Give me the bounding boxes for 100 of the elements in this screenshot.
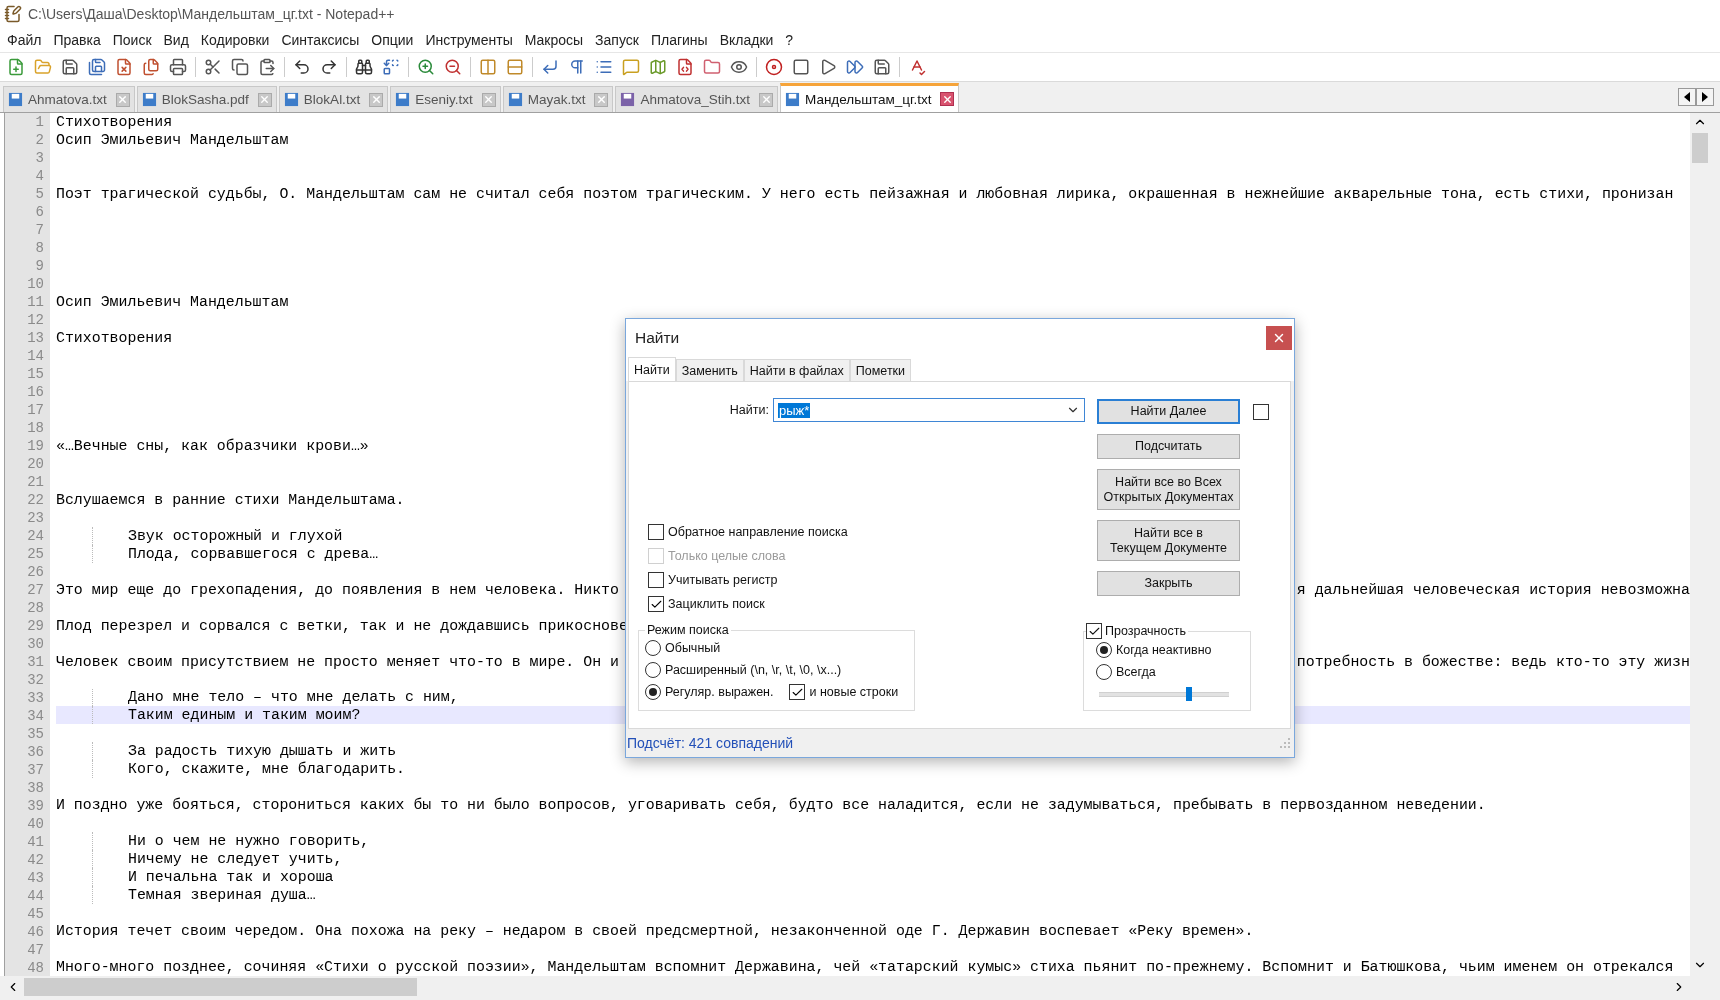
dialog-tab[interactable]: Найти в файлах [743,359,850,381]
save-all-icon[interactable] [87,57,107,77]
copy-icon[interactable] [230,57,250,77]
menu-item[interactable]: Поиск [106,32,158,48]
menu-item[interactable]: Плагины [644,32,714,48]
checkbox-label: и новые строки [809,685,899,699]
line-number: 15 [26,365,45,383]
zoom-in-icon[interactable] [416,57,436,77]
slider-thumb[interactable] [1185,687,1192,701]
document-tab[interactable]: Eseniy.txt [390,86,501,112]
dialog-button[interactable]: Найти все во Всех Открытых Документах [1097,469,1240,510]
document-tab[interactable]: Мандельштам_цг.txt [780,83,960,112]
close-button[interactable] [1266,326,1292,350]
rows-icon[interactable] [505,57,525,77]
new-file-icon[interactable] [6,57,26,77]
line-number: 35 [26,725,45,743]
code-line: Звук осторожный и глухой [128,527,343,544]
save-macro-icon[interactable] [872,57,892,77]
menu-item[interactable]: Вкладки [713,32,780,48]
code-line: Много-много позднее, сочиняя «Стихи о русской поэзии», Мандельштам вспомнит Державина, чей «татарский кумыс» стиха пьянит по-прежнему. Вспомнит и Батюшкова, чьим именем он отрекался [56,959,1674,976]
menu-item[interactable]: Правка [47,32,107,48]
dialog-tab[interactable]: Пометки [849,359,912,381]
document-tab[interactable]: BlokSasha.pdf [136,86,277,112]
checkbox[interactable] [648,596,664,612]
radio-button[interactable] [645,662,661,678]
menu-item[interactable]: Запуск [589,32,645,48]
radio-label: Когда неактивно [1116,643,1212,657]
menu-item[interactable]: Файл [1,32,48,48]
line-number: 11 [26,293,45,311]
undo-icon[interactable] [292,57,312,77]
fast-forward-icon[interactable] [845,57,865,77]
line-number: 42 [26,851,45,869]
print-icon[interactable] [168,57,188,77]
line-number: 37 [26,761,45,779]
radio-button[interactable] [1096,642,1112,658]
code-line: Это мир еще до грехопадения, до появления в нем человека. Никто [56,581,619,598]
columns-icon[interactable] [478,57,498,77]
checkbox[interactable] [1253,403,1269,420]
code-line: Плода, сорвавшегося с древа… [128,545,379,562]
dialog-button[interactable]: Подсчитать [1097,434,1240,459]
files-icon[interactable] [141,57,161,77]
line-number: 3 [34,149,45,167]
document-tab[interactable]: Ahmatova.txt [3,86,135,112]
function-list-icon[interactable] [675,57,695,77]
code-line: Человек своим присутствием не просто меняет что-то в мире. Он и [56,653,619,670]
document-tab[interactable]: Mayak.txt [502,86,614,112]
checkbox[interactable] [648,524,664,540]
checkbox[interactable] [648,572,664,588]
paste-icon[interactable] [257,57,277,77]
checkbox-label: Прозрачность [1105,624,1186,638]
line-number: 6 [34,203,45,221]
code-line: Кого, скажите, мне благодарить. [128,761,405,778]
redo-icon[interactable] [319,57,339,77]
menu-item[interactable]: Синтаксисы [275,32,366,48]
dialog-tab[interactable]: Найти [628,357,676,381]
checkbox-label: Обратное направление поиска [668,525,848,539]
code-line: я дальнейшая человеческая история невозможна [1296,581,1690,598]
resize-grip-icon [1280,738,1290,748]
document-tab[interactable]: BlokAl.txt [278,86,389,112]
find-field[interactable]: рыж* [773,398,1085,422]
menu-item[interactable]: Инструменты [419,32,519,48]
replace-icon[interactable] [381,57,401,77]
close-icon[interactable] [940,92,955,106]
record-icon[interactable] [764,57,784,77]
dialog-title: Найти [635,329,680,347]
line-number: 1 [34,113,45,131]
folder-icon[interactable] [702,57,722,77]
group-title: Режим поиска [646,623,730,637]
line-number: 22 [26,491,45,509]
menu-item[interactable]: Макросы [518,32,590,48]
dialog-button[interactable]: Найти Далее [1097,399,1240,424]
code-line: Поэт трагической судьбы, О. Мандельштам сам не считал себя поэтом трагическим. У него есть пейзажная и любовная лирика, окрашенная в нежнейшие акварельные тона, есть стихи, пронизан [56,185,1674,202]
stop-icon[interactable] [791,57,811,77]
map-icon[interactable] [648,57,668,77]
menu-item[interactable]: Опции [365,32,420,48]
dialog-button[interactable]: Закрыть [1097,571,1240,596]
menu-item[interactable]: Вид [157,32,195,48]
menu-item[interactable]: Кодировки [194,32,276,48]
document-tab[interactable]: Ahmatova_Stih.txt [615,86,778,112]
radio-button[interactable] [645,640,661,656]
line-number: 41 [26,833,45,851]
scroll-left-button[interactable] [1678,88,1696,106]
binoculars-icon[interactable] [354,57,374,77]
scrollbar-thumb[interactable] [1692,133,1708,163]
close-file-icon[interactable] [114,57,134,77]
radio-button[interactable] [1096,664,1112,680]
zoom-out-icon[interactable] [443,57,463,77]
dialog-button[interactable]: Найти все в Текущем Документе [1097,520,1240,561]
checkbox[interactable] [1086,623,1102,639]
scroll-right-button[interactable] [1696,88,1714,106]
checkbox[interactable] [789,684,806,700]
cut-icon[interactable] [203,57,223,77]
line-number: 34 [26,707,45,725]
scrollbar-thumb[interactable] [24,978,417,996]
dialog-tab[interactable]: Заменить [675,359,744,381]
save-icon[interactable] [60,57,80,77]
wrap-icon[interactable] [540,57,560,77]
code-line: потребность в божестве: ведь кто-то эту жизн [1296,653,1690,670]
menu-item[interactable]: ? [779,32,800,48]
radio-button[interactable] [645,684,661,700]
